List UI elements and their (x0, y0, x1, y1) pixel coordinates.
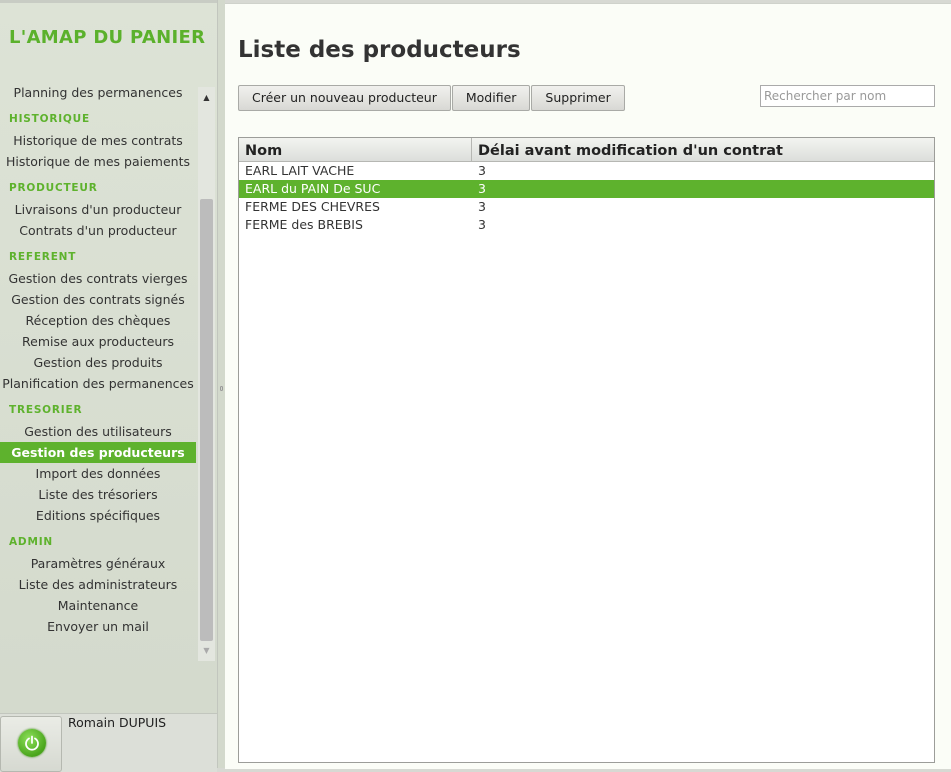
column-header-delai[interactable]: Délai avant modification d'un contrat (472, 138, 934, 161)
table-row[interactable]: EARL LAIT VACHE 3 (239, 162, 934, 180)
sidebar-section-historique: HISTORIQUE (9, 113, 90, 125)
sidebar-item-maintenance[interactable]: Maintenance (0, 595, 196, 616)
sidebar-item-reception-des-cheques[interactable]: Réception des chèques (0, 310, 196, 331)
sidebar-item-envoyer-un-mail[interactable]: Envoyer un mail (0, 616, 196, 637)
table-row[interactable]: EARL du PAIN De SUC 3 (239, 180, 934, 198)
search-input[interactable] (760, 85, 935, 107)
sidebar-item-gestion-des-utilisateurs[interactable]: Gestion des utilisateurs (0, 421, 196, 442)
producers-grid: Nom Délai avant modification d'un contra… (238, 137, 935, 763)
sidebar-item-historique-de-mes-paiements[interactable]: Historique de mes paiements (0, 151, 196, 172)
sidebar: L'AMAP DU PANIER Liste des adhérentsPlan… (0, 0, 217, 772)
sidebar-item-gestion-des-contrats-signes[interactable]: Gestion des contrats signés (0, 289, 196, 310)
app-brand: L'AMAP DU PANIER (9, 27, 206, 48)
toolbar: Créer un nouveau producteur Modifier Sup… (238, 85, 626, 111)
sidebar-item-editions-specifiques[interactable]: Editions spécifiques (0, 505, 196, 526)
logout-button[interactable] (0, 716, 62, 772)
sidebar-section-tresorier: TRESORIER (9, 404, 83, 416)
table-row[interactable]: FERME DES CHEVRES 3 (239, 198, 934, 216)
user-name: Romain DUPUIS (68, 715, 167, 730)
column-header-nom[interactable]: Nom (239, 138, 472, 161)
page-title: Liste des producteurs (238, 37, 521, 63)
cell-delai: 3 (478, 199, 486, 214)
scroll-up-arrow-icon[interactable]: ▲ (198, 89, 215, 106)
user-panel: Romain DUPUIS (0, 713, 217, 772)
main-panel: Liste des producteurs Créer un nouveau p… (225, 3, 951, 769)
splitter-grip-icon[interactable] (220, 386, 223, 391)
grid-header: Nom Délai avant modification d'un contra… (239, 138, 934, 162)
sidebar-item-livraisons-d-un-producteur[interactable]: Livraisons d'un producteur (0, 199, 196, 220)
sidebar-item-parametres-generaux[interactable]: Paramètres généraux (0, 553, 196, 574)
sidebar-menu: Liste des adhérentsPlanning des permanen… (0, 79, 196, 661)
table-row[interactable]: FERME des BREBIS 3 (239, 216, 934, 234)
sidebar-item-gestion-des-producteurs[interactable]: Gestion des producteurs (0, 442, 196, 463)
cell-delai: 3 (478, 163, 486, 178)
sidebar-item-liste-des-tresoriers[interactable]: Liste des trésoriers (0, 484, 196, 505)
sidebar-scrollbar[interactable]: ▲ ▼ (198, 87, 215, 661)
scroll-down-arrow-icon[interactable]: ▼ (198, 642, 215, 659)
create-producer-button[interactable]: Créer un nouveau producteur (238, 85, 451, 111)
power-icon (18, 729, 46, 757)
cell-delai: 3 (478, 217, 486, 232)
grid-body: EARL LAIT VACHE 3 EARL du PAIN De SUC 3 FERM… (239, 162, 934, 234)
cell-nom: EARL du PAIN De SUC (245, 181, 381, 196)
sidebar-section-producteur: PRODUCTEUR (9, 182, 98, 194)
sidebar-section-referent: REFERENT (9, 251, 77, 263)
panel-splitter[interactable] (217, 0, 225, 768)
delete-button[interactable]: Supprimer (531, 85, 625, 111)
sidebar-item-contrats-d-un-producteur[interactable]: Contrats d'un producteur (0, 220, 196, 241)
sidebar-section-admin: ADMIN (9, 536, 53, 548)
scrollbar-thumb[interactable] (200, 199, 213, 641)
sidebar-item-liste-des-administrateurs[interactable]: Liste des administrateurs (0, 574, 196, 595)
sidebar-item-remise-aux-producteurs[interactable]: Remise aux producteurs (0, 331, 196, 352)
sidebar-item-planning-des-permanences[interactable]: Planning des permanences (0, 82, 196, 103)
sidebar-item-gestion-des-contrats-vierges[interactable]: Gestion des contrats vierges (0, 268, 196, 289)
sidebar-item-gestion-des-produits[interactable]: Gestion des produits (0, 352, 196, 373)
cell-nom: EARL LAIT VACHE (245, 163, 355, 178)
sidebar-menu-list: Liste des adhérentsPlanning des permanen… (0, 79, 196, 637)
sidebar-item-historique-de-mes-contrats[interactable]: Historique de mes contrats (0, 130, 196, 151)
cell-delai: 3 (478, 181, 486, 196)
sidebar-item-planification-des-permanences[interactable]: Planification des permanences (0, 373, 196, 394)
cell-nom: FERME DES CHEVRES (245, 199, 380, 214)
cell-nom: FERME des BREBIS (245, 217, 363, 232)
sidebar-item-import-des-donnees[interactable]: Import des données (0, 463, 196, 484)
edit-button[interactable]: Modifier (451, 85, 531, 111)
